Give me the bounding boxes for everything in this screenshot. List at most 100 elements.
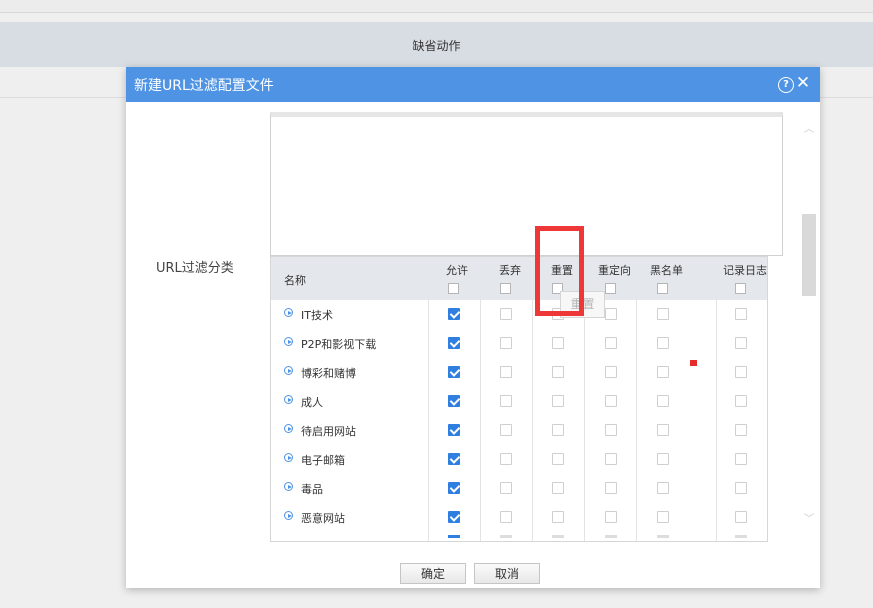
select-all-discard-checkbox[interactable]: [500, 283, 511, 294]
reset-checkbox[interactable]: [552, 337, 564, 349]
allow-checkbox[interactable]: [448, 453, 460, 465]
discard-checkbox[interactable]: [500, 395, 512, 407]
table-row: 电子邮箱: [271, 445, 767, 474]
redirect-checkbox[interactable]: [605, 337, 617, 349]
help-icon[interactable]: ?: [778, 77, 794, 93]
log-checkbox[interactable]: [735, 395, 747, 407]
expand-arrow-icon[interactable]: [284, 308, 293, 317]
table-row: 毒品: [271, 474, 767, 503]
log-checkbox[interactable]: [735, 453, 747, 465]
table-row: 恶意网站: [271, 503, 767, 532]
category-name: 成人: [301, 396, 323, 409]
discard-checkbox[interactable]: [500, 535, 512, 538]
allow-checkbox[interactable]: [448, 308, 460, 320]
grid-header: 名称 允许 丢弃 重置 重定向 黑名单 记录日志: [271, 257, 767, 300]
redirect-checkbox[interactable]: [605, 395, 617, 407]
select-all-redirect-checkbox[interactable]: [605, 283, 616, 294]
category-name: 博彩和赌博: [301, 367, 356, 380]
reset-checkbox[interactable]: [552, 453, 564, 465]
redirect-checkbox[interactable]: [605, 308, 617, 320]
dialog-title-bar: 新建URL过滤配置文件 ? ✕: [126, 67, 820, 102]
top-strip: [0, 0, 873, 13]
column-header-name: 名称: [284, 274, 306, 287]
redirect-checkbox[interactable]: [605, 511, 617, 523]
close-icon[interactable]: ✕: [795, 74, 811, 92]
dialog-scrollbar[interactable]: ︿ ﹀: [800, 113, 818, 537]
log-checkbox[interactable]: [735, 511, 747, 523]
blacklist-checkbox[interactable]: [657, 337, 669, 349]
log-checkbox[interactable]: [735, 482, 747, 494]
expand-arrow-icon[interactable]: [284, 366, 293, 375]
blacklist-checkbox[interactable]: [657, 424, 669, 436]
redirect-checkbox[interactable]: [605, 482, 617, 494]
redirect-checkbox[interactable]: [605, 424, 617, 436]
expand-arrow-icon[interactable]: [284, 453, 293, 462]
allow-checkbox[interactable]: [448, 337, 460, 349]
allow-checkbox[interactable]: [448, 511, 460, 523]
reset-checkbox[interactable]: [552, 366, 564, 378]
column-header-discard: 丢弃: [499, 264, 521, 277]
log-checkbox[interactable]: [735, 308, 747, 320]
blacklist-checkbox[interactable]: [657, 482, 669, 494]
discard-checkbox[interactable]: [500, 511, 512, 523]
redirect-checkbox[interactable]: [605, 453, 617, 465]
discard-checkbox[interactable]: [500, 453, 512, 465]
reset-checkbox[interactable]: [552, 535, 564, 538]
red-marker: [690, 360, 697, 366]
category-name: 毒品: [301, 483, 323, 496]
blacklist-checkbox[interactable]: [657, 535, 669, 538]
discard-checkbox[interactable]: [500, 482, 512, 494]
reset-checkbox[interactable]: [552, 482, 564, 494]
blacklist-checkbox[interactable]: [657, 453, 669, 465]
expand-arrow-icon[interactable]: [284, 395, 293, 404]
reset-checkbox[interactable]: [552, 395, 564, 407]
allow-checkbox[interactable]: [448, 482, 460, 494]
cancel-button[interactable]: 取消: [474, 563, 540, 584]
url-textarea[interactable]: [270, 112, 783, 256]
category-name: IT技术: [301, 309, 333, 322]
expand-arrow-icon[interactable]: [284, 424, 293, 433]
expand-arrow-icon[interactable]: [284, 511, 293, 520]
expand-arrow-icon[interactable]: [284, 337, 293, 346]
column-header-log: 记录日志: [723, 264, 767, 277]
log-checkbox[interactable]: [735, 535, 747, 538]
blacklist-checkbox[interactable]: [657, 511, 669, 523]
discard-checkbox[interactable]: [500, 337, 512, 349]
table-row: 成人: [271, 387, 767, 416]
column-header-blacklist: 黑名单: [650, 264, 683, 277]
discard-checkbox[interactable]: [500, 308, 512, 320]
ok-button[interactable]: 确定: [400, 563, 466, 584]
select-all-log-checkbox[interactable]: [735, 283, 746, 294]
allow-checkbox[interactable]: [448, 395, 460, 407]
background-header: 缺省动作: [0, 22, 873, 67]
allow-checkbox[interactable]: [448, 535, 460, 538]
log-checkbox[interactable]: [735, 424, 747, 436]
scroll-thumb[interactable]: [802, 214, 816, 296]
log-checkbox[interactable]: [735, 366, 747, 378]
highlight-box: [535, 226, 584, 316]
blacklist-checkbox[interactable]: [657, 395, 669, 407]
background-header-title: 缺省动作: [412, 39, 461, 53]
category-name: 电子邮箱: [301, 454, 345, 467]
select-all-allow-checkbox[interactable]: [448, 283, 459, 294]
expand-arrow-icon[interactable]: [284, 482, 293, 491]
category-name: 恶意网站: [301, 512, 345, 525]
scroll-down-icon[interactable]: ﹀: [800, 513, 818, 527]
allow-checkbox[interactable]: [448, 424, 460, 436]
blacklist-checkbox[interactable]: [657, 366, 669, 378]
column-header-redirect: 重定向: [598, 264, 631, 277]
discard-checkbox[interactable]: [500, 424, 512, 436]
table-row: P2P和影视下载: [271, 329, 767, 358]
redirect-checkbox[interactable]: [605, 366, 617, 378]
discard-checkbox[interactable]: [500, 366, 512, 378]
url-filter-dialog: 新建URL过滤配置文件 ? ✕ URL过滤分类 名称 允许 丢弃 重置 重定向 黑名单 记录…: [126, 67, 820, 588]
allow-checkbox[interactable]: [448, 366, 460, 378]
category-name: 待启用网站: [301, 425, 356, 438]
log-checkbox[interactable]: [735, 337, 747, 349]
redirect-checkbox[interactable]: [605, 535, 617, 538]
scroll-up-icon[interactable]: ︿: [800, 123, 818, 137]
reset-checkbox[interactable]: [552, 511, 564, 523]
reset-checkbox[interactable]: [552, 424, 564, 436]
blacklist-checkbox[interactable]: [657, 308, 669, 320]
select-all-blacklist-checkbox[interactable]: [657, 283, 668, 294]
